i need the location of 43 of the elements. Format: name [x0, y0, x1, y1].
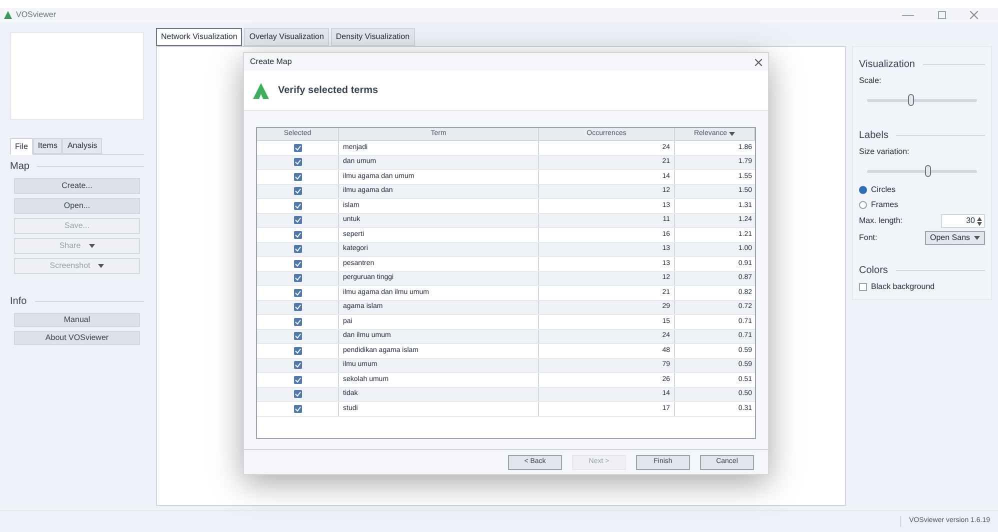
font-label: Font: — [859, 232, 878, 244]
app-logo-icon — [4, 11, 12, 19]
maximize-icon[interactable] — [938, 11, 946, 19]
caret-icon — [974, 236, 980, 240]
map-button[interactable]: Open... — [14, 198, 140, 214]
map-button[interactable]: Create... — [14, 178, 140, 194]
section-title: Map — [10, 160, 30, 174]
panel-tab[interactable]: Analysis — [62, 138, 102, 154]
checkbox[interactable] — [859, 283, 867, 291]
info-button[interactable]: About VOSviewer — [14, 331, 140, 345]
visualization-tab[interactable]: Overlay Visualization — [244, 28, 329, 46]
font-dropdown[interactable]: Open Sans — [925, 231, 985, 245]
spinner-arrows-icon — [977, 216, 982, 226]
dialog-heading: Verify selected terms — [278, 84, 378, 98]
window-title: VOSviewer — [16, 9, 56, 21]
slider[interactable] — [867, 165, 977, 177]
panel-tab[interactable]: File — [10, 138, 33, 155]
caret-icon — [88, 244, 95, 248]
slider[interactable] — [867, 94, 977, 106]
panel-tab[interactable]: Items — [32, 138, 62, 154]
visualization-tab[interactable]: Network Visualization — [156, 28, 242, 46]
section-title: Labels — [859, 129, 888, 143]
radio-button[interactable] — [859, 201, 867, 209]
section-title: Colors — [859, 264, 888, 278]
close-icon[interactable] — [755, 58, 762, 66]
radio-label: Circles — [871, 184, 896, 196]
radio-button[interactable] — [859, 186, 867, 194]
section-title: Info — [10, 295, 27, 309]
app-logo-icon — [252, 82, 270, 100]
radio-label: Frames — [871, 199, 898, 211]
caret-icon — [98, 264, 104, 268]
scale-label: Scale: — [859, 75, 882, 87]
max-length-label: Max. length: — [859, 215, 904, 227]
max-length-spinner[interactable]: 30 — [941, 214, 985, 228]
checkbox-label: Black background — [871, 281, 935, 293]
close-icon[interactable] — [970, 11, 978, 19]
info-button[interactable]: Manual — [14, 313, 140, 327]
visualization-tab[interactable]: Density Visualization — [330, 28, 415, 46]
dialog-title: Create Map — [250, 56, 293, 68]
minimize-icon[interactable] — [902, 14, 914, 16]
size-variation-label: Size variation: — [859, 146, 910, 158]
section-title: Visualization — [859, 58, 915, 72]
sort-icon — [729, 132, 736, 136]
